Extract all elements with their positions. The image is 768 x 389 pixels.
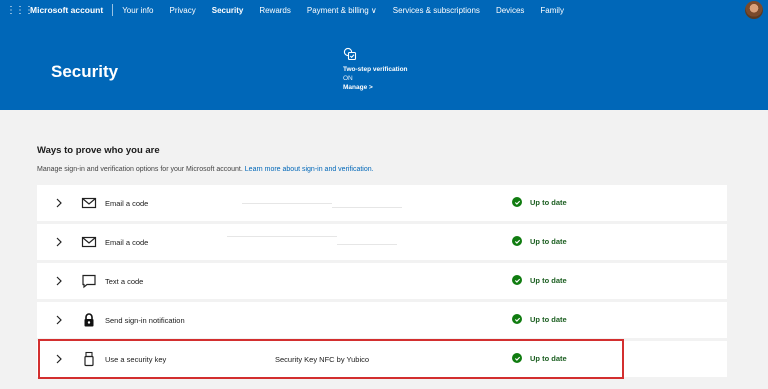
app-launcher-icon[interactable]: ⋮⋮⋮ — [6, 5, 34, 16]
nav-services-subscriptions[interactable]: Services & subscriptions — [393, 6, 480, 15]
nav-your-info[interactable]: Your info — [122, 6, 153, 15]
learn-more-link[interactable]: Learn more about sign-in and verificatio… — [245, 166, 374, 173]
check-circle-icon — [512, 275, 522, 285]
two-step-icon — [343, 47, 357, 61]
list-item[interactable]: Email a code Up to date — [37, 224, 727, 260]
list-item[interactable]: Email a code Up to date — [37, 185, 727, 221]
top-nav-bar: ⋮⋮⋮ Microsoft account Your info Privacy … — [0, 0, 768, 20]
avatar[interactable] — [745, 1, 763, 19]
chat-icon — [82, 274, 96, 289]
chevron-right-icon[interactable] — [53, 314, 65, 326]
row-label: Email a code — [105, 199, 149, 208]
status-text: Up to date — [530, 197, 567, 207]
section-description: Manage sign-in and verification options … — [37, 166, 374, 173]
lock-icon — [84, 313, 94, 327]
status-badge: Up to date — [512, 275, 567, 285]
nav-rewards[interactable]: Rewards — [259, 6, 291, 15]
nav-divider — [112, 4, 114, 16]
status-text: Up to date — [530, 314, 567, 324]
status-badge: Up to date — [512, 236, 567, 246]
nav-links: Your info Privacy Security Rewards Payme… — [122, 6, 580, 15]
highlight-box — [38, 339, 624, 379]
page-title: Security — [51, 62, 119, 81]
nav-payment-billing[interactable]: Payment & billing ∨ — [307, 6, 377, 15]
redacted-detail — [332, 207, 402, 208]
redacted-detail — [242, 203, 332, 204]
list-item[interactable]: Text a code Up to date — [37, 263, 727, 299]
row-label: Text a code — [105, 277, 144, 286]
chevron-right-icon[interactable] — [53, 236, 65, 248]
check-circle-icon — [512, 236, 522, 246]
nav-security[interactable]: Security — [212, 6, 244, 15]
two-step-status: ON — [343, 75, 353, 82]
nav-devices[interactable]: Devices — [496, 6, 524, 15]
chevron-right-icon[interactable] — [53, 197, 65, 209]
redacted-detail — [337, 244, 397, 245]
two-step-manage-link[interactable]: Manage > — [343, 83, 408, 92]
list-item[interactable]: Send sign-in notification Up to date — [37, 302, 727, 338]
nav-family[interactable]: Family — [540, 6, 564, 15]
status-text: Up to date — [530, 236, 567, 246]
row-label: Email a code — [105, 238, 149, 247]
check-circle-icon — [512, 197, 522, 207]
section-description-text: Manage sign-in and verification options … — [37, 166, 243, 173]
two-step-title: Two-step verification — [343, 66, 408, 73]
check-circle-icon — [512, 314, 522, 324]
page-banner: Security Two-step verification ON Manage… — [0, 20, 768, 110]
two-step-verification-panel: Two-step verification ON Manage > — [343, 47, 408, 92]
section-title: Ways to prove who you are — [37, 145, 160, 156]
brand-link[interactable]: Microsoft account — [30, 5, 103, 15]
status-badge: Up to date — [512, 197, 567, 207]
row-label: Send sign-in notification — [105, 316, 185, 325]
nav-privacy[interactable]: Privacy — [170, 6, 196, 15]
mail-icon — [81, 236, 97, 248]
chevron-right-icon[interactable] — [53, 275, 65, 287]
status-text: Up to date — [530, 275, 567, 285]
status-badge: Up to date — [512, 314, 567, 324]
redacted-detail — [227, 236, 337, 237]
mail-icon — [81, 197, 97, 209]
